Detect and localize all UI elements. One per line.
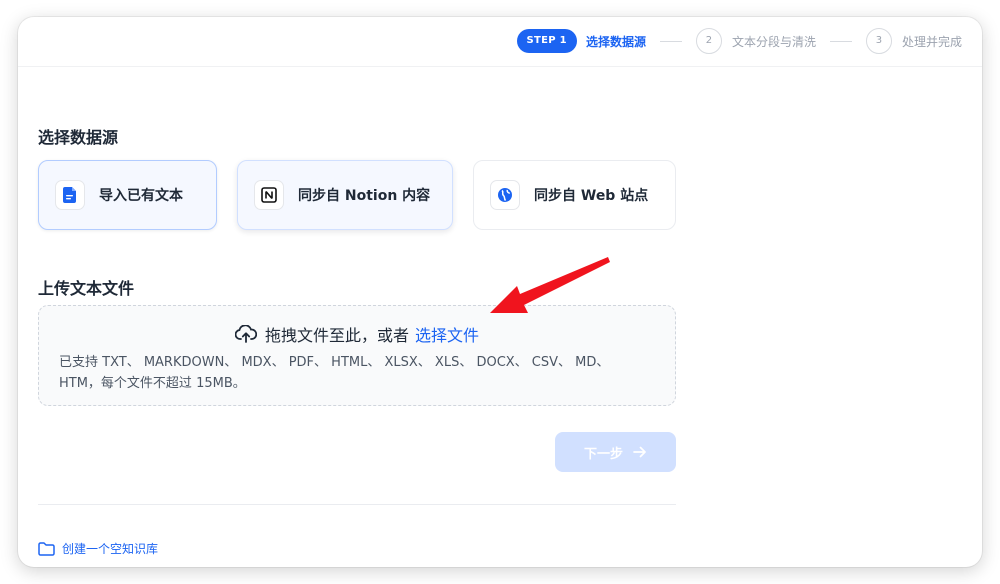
data-source-title: 选择数据源	[38, 128, 119, 147]
upload-title: 上传文本文件	[38, 279, 135, 298]
document-icon	[55, 180, 85, 210]
source-option-label: 导入已有文本	[99, 188, 183, 204]
source-option-web[interactable]: 同步自 Web 站点	[473, 160, 676, 230]
drag-text: 拖拽文件至此，或者	[264, 326, 409, 345]
stepper: STEP 1 选择数据源 2 文本分段与清洗 3 处理并完成	[516, 28, 962, 54]
header-bar: STEP 1 选择数据源 2 文本分段与清洗 3 处理并完成	[18, 17, 982, 67]
select-file-link[interactable]: 选择文件	[415, 322, 479, 346]
source-option-import-text[interactable]: 导入已有文本	[38, 160, 217, 230]
arrow-right-icon	[633, 446, 647, 458]
annotation-arrow	[490, 257, 610, 313]
step-1-badge: STEP 1	[516, 29, 577, 53]
source-option-notion[interactable]: 同步自 Notion 内容	[237, 160, 453, 230]
next-step-label: 下一步	[583, 445, 623, 461]
globe-icon	[490, 180, 520, 210]
source-option-label: 同步自 Notion 内容	[298, 188, 431, 204]
app-window: STEP 1 选择数据源 2 文本分段与清洗 3 处理并完成 选择数据源 导入已…	[18, 17, 982, 567]
source-option-label: 同步自 Web 站点	[534, 188, 649, 204]
step-3-label: 处理并完成	[901, 34, 962, 49]
next-step-button[interactable]: 下一步	[555, 432, 676, 472]
step-2-label: 文本分段与清洗	[731, 34, 816, 49]
supported-formats-hint: 已支持 TXT、 MARKDOWN、 MDX、 PDF、 HTML、 XLSX、…	[59, 355, 610, 391]
upload-cloud-icon	[234, 325, 257, 343]
step-1-label: 选择数据源	[585, 34, 646, 49]
create-empty-knowledge-link[interactable]: 创建一个空知识库	[38, 540, 158, 557]
step-3-number: 3	[865, 28, 892, 54]
step-connector	[659, 40, 682, 42]
step-2-number: 2	[695, 28, 722, 54]
notion-icon	[254, 180, 284, 210]
step-connector	[829, 40, 852, 42]
drop-headline: 拖拽文件至此，或者 选择文件	[39, 322, 675, 346]
folder-icon	[38, 541, 55, 556]
section-divider	[38, 504, 676, 505]
create-empty-label: 创建一个空知识库	[62, 542, 159, 556]
file-dropzone[interactable]: 拖拽文件至此，或者 选择文件 已支持 TXT、 MARKDOWN、 MDX、 P…	[38, 305, 676, 406]
